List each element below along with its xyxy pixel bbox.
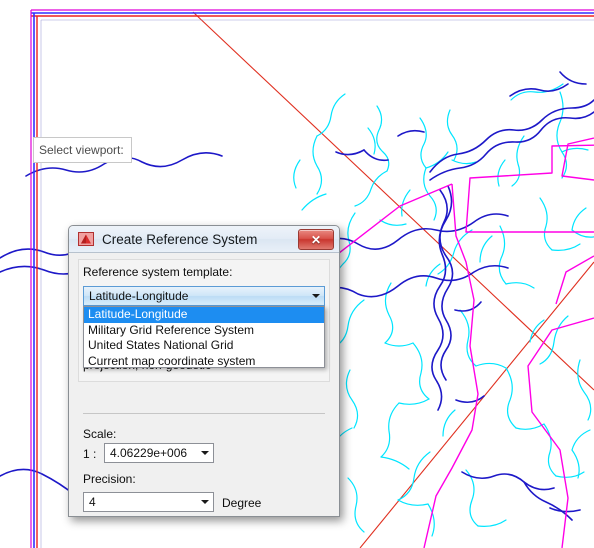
dialog-title: Create Reference System [102,231,258,247]
list-item[interactable]: Current map coordinate system [84,354,324,368]
autocad-a-logo-icon [78,232,94,246]
precision-combo-value: 4 [89,495,96,509]
list-item[interactable]: Latitude-Longitude [84,307,324,323]
scale-combo[interactable]: 4.06229e+006 [104,443,214,463]
create-reference-system-dialog: Create Reference System ✕ Reference syst… [68,225,340,517]
reference-system-template-label: Reference system template: [83,265,233,279]
precision-unit-label: Degree [222,496,262,510]
select-viewport-label: Select viewport: [39,143,124,157]
scale-ratio-prefix: 1 : [83,447,97,461]
dialog-title-bar[interactable]: Create Reference System ✕ [69,226,339,253]
scale-combo-value: 4.06229e+006 [110,446,188,460]
select-viewport-tooltip: Select viewport: [33,137,132,163]
close-icon[interactable]: ✕ [298,229,334,250]
precision-combo[interactable]: 4 [83,492,214,512]
list-item[interactable]: Military Grid Reference System [84,323,324,339]
chevron-down-icon[interactable] [196,493,213,511]
scale-label: Scale: [83,427,117,441]
list-item[interactable]: United States National Grid [84,338,324,354]
precision-label: Precision: [83,472,136,486]
chevron-down-icon[interactable] [196,444,213,462]
reference-system-template-listbox[interactable]: Latitude-Longitude Military Grid Referen… [83,306,325,368]
template-combo-value: Latitude-Longitude [89,289,189,303]
reference-system-template-combo[interactable]: Latitude-Longitude [83,286,325,306]
section-divider [83,413,325,414]
dialog-body: Reference system template: Latitude-Long… [69,253,339,516]
chevron-down-icon[interactable] [307,287,324,305]
